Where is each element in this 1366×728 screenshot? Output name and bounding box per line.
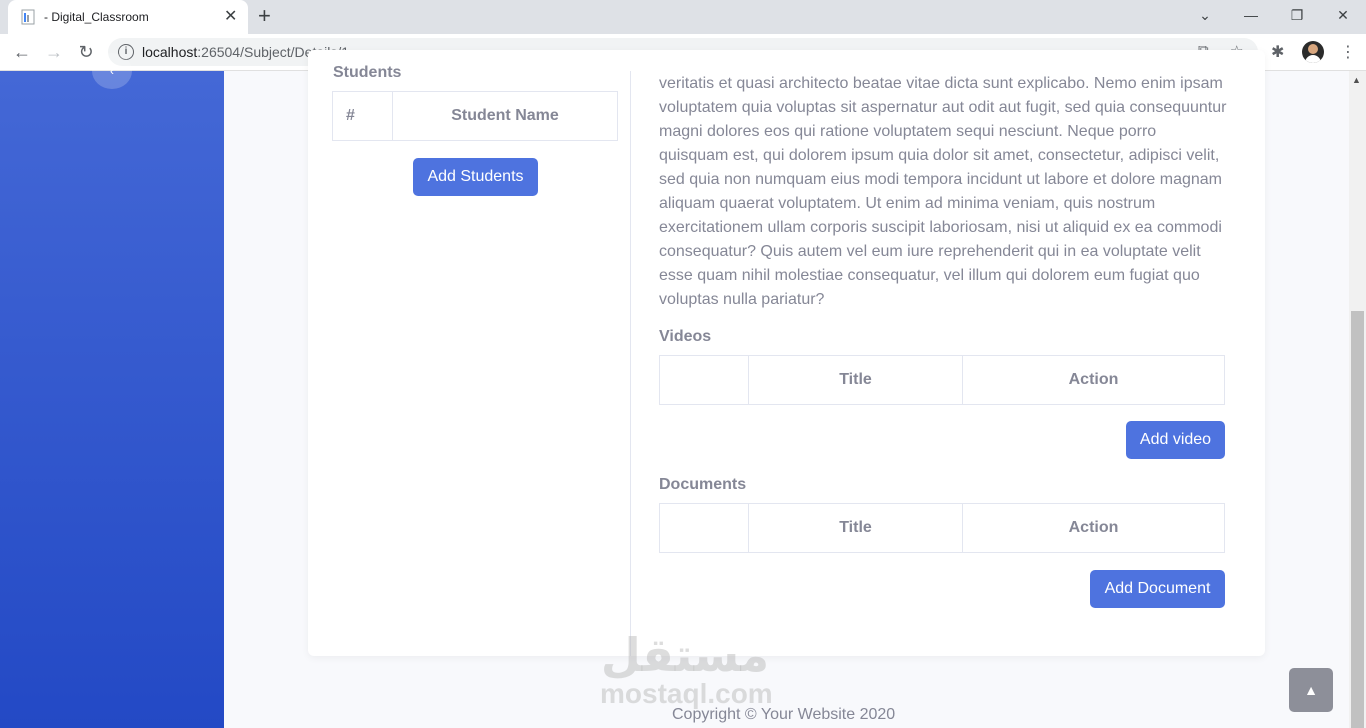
page-favicon-icon [21, 9, 35, 25]
subject-details-card: Students # Student Name Add Students ver… [308, 50, 1265, 656]
table-header-row: Title Action [659, 355, 1225, 405]
subject-description: veritatis et quasi architecto beatae vit… [659, 75, 1227, 308]
new-tab-button[interactable]: + [258, 5, 271, 27]
close-window-button[interactable]: ✕ [1333, 6, 1353, 24]
sidebar-toggle-button[interactable]: ‹ [92, 53, 132, 89]
column-header: Title [748, 503, 963, 553]
chevron-up-icon: ▲ [1304, 682, 1318, 698]
add-document-button[interactable]: Add Document [1090, 570, 1225, 608]
add-students-button[interactable]: Add Students [413, 158, 538, 196]
column-header: Action [962, 503, 1225, 553]
restore-button[interactable]: ❐ [1287, 6, 1307, 24]
profile-avatar[interactable] [1302, 41, 1324, 63]
videos-table: Title Action [659, 355, 1225, 405]
table-header-row: Title Action [659, 503, 1225, 553]
browser-tabbar: - Digital_Classroom ✕ + ⌄ — ❐ ✕ [0, 0, 1366, 34]
tab-close-icon[interactable]: ✕ [224, 7, 237, 27]
extensions-icon[interactable]: ✱ [1271, 42, 1284, 62]
copyright-text: Copyright © Your Website 2020 [672, 706, 896, 723]
column-header: # [332, 91, 393, 141]
students-table: # Student Name [332, 91, 618, 141]
back-icon[interactable]: ← [10, 40, 34, 64]
table-header-row: # Student Name [332, 91, 618, 141]
tab-title: - Digital_Classroom [44, 10, 149, 24]
browser-tab[interactable]: - Digital_Classroom ✕ [8, 0, 248, 34]
column-divider [630, 71, 631, 656]
sidebar: ‹ [0, 53, 224, 728]
scrollbar-thumb[interactable] [1351, 311, 1364, 728]
documents-heading: Documents [659, 476, 747, 493]
documents-table: Title Action [659, 503, 1225, 553]
minimize-button[interactable]: — [1241, 6, 1261, 24]
menu-icon[interactable]: ⋮ [1340, 42, 1356, 62]
column-header: Action [962, 355, 1225, 405]
column-header: Title [748, 355, 963, 405]
mostaql-watermark: مستقل mostaql.com [600, 629, 773, 709]
scroll-up-arrow-icon[interactable]: ▲ [1352, 75, 1361, 85]
page-scrollbar[interactable]: ▲ [1349, 71, 1366, 728]
tab-search-icon[interactable]: ⌄ [1195, 6, 1215, 24]
forward-icon[interactable]: → [42, 40, 66, 64]
column-header [659, 355, 749, 405]
column-header: Student Name [392, 91, 618, 141]
column-header [659, 503, 749, 553]
videos-heading: Videos [659, 328, 712, 345]
add-video-button[interactable]: Add video [1126, 421, 1225, 459]
students-heading: Students [333, 64, 402, 81]
scroll-to-top-button[interactable]: ▲ [1289, 668, 1333, 712]
